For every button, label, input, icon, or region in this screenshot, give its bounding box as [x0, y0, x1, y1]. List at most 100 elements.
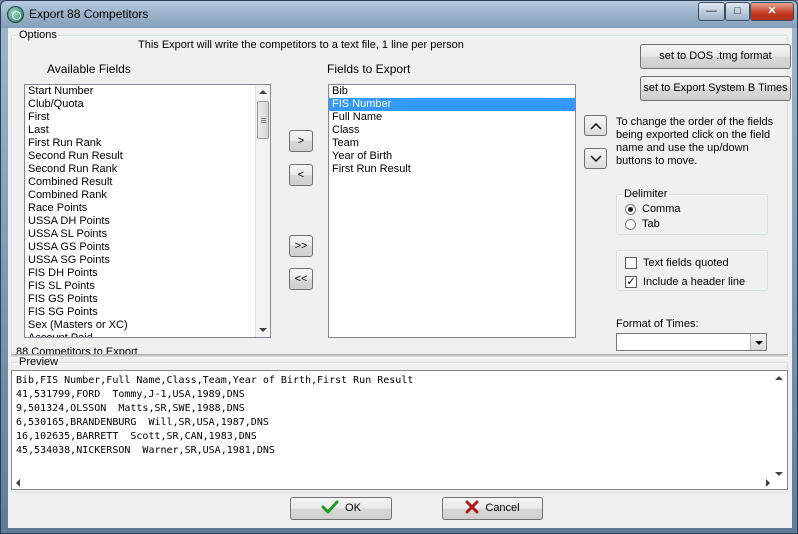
- grip-line: [261, 120, 266, 121]
- available-field-item[interactable]: FIS DH Points: [25, 267, 270, 280]
- export-description: This Export will write the competitors t…: [138, 39, 464, 51]
- minimize-icon: —: [706, 5, 717, 17]
- dropdown-arrow-icon[interactable]: [750, 334, 766, 350]
- options-group-label: Options: [18, 29, 58, 41]
- preview-line: 16,102635,BARRETT Scott,SR,CAN,1983,DNS: [16, 431, 257, 442]
- include-header-checkbox[interactable]: ✓: [625, 276, 637, 288]
- scroll-up-arrow-icon[interactable]: [259, 90, 267, 94]
- available-field-item[interactable]: Combined Result: [25, 176, 270, 189]
- move-right-icon: >: [297, 135, 305, 147]
- export-field-item[interactable]: FIS Number: [329, 98, 575, 111]
- fields-to-export-list[interactable]: Bib FIS Number Full Name Class Team Year of B…: [328, 84, 576, 338]
- move-all-left-icon: <<: [294, 273, 308, 285]
- preview-horizontal-scrollbar[interactable]: [12, 477, 774, 489]
- move-left-button[interactable]: <: [289, 164, 313, 186]
- app-icon: [7, 6, 24, 23]
- move-down-button[interactable]: [584, 148, 607, 169]
- set-dos-format-label: set to DOS .tmg format: [659, 50, 772, 62]
- export-field-item[interactable]: Class: [329, 124, 575, 137]
- cancel-button[interactable]: Cancel: [442, 497, 543, 520]
- export-dialog-window: Export 88 Competitors — □ ✕ Options This…: [0, 0, 798, 534]
- ok-label: OK: [345, 502, 361, 514]
- available-field-item[interactable]: First Run Rank: [25, 137, 270, 150]
- scroll-down-arrow-icon[interactable]: [259, 328, 267, 332]
- available-field-item[interactable]: FIS SG Points: [25, 306, 270, 319]
- available-field-item[interactable]: Race Points: [25, 202, 270, 215]
- export-field-item[interactable]: Year of Birth: [329, 150, 575, 163]
- available-field-item[interactable]: Second Run Rank: [25, 163, 270, 176]
- set-system-b-times-button[interactable]: set to Export System B Times: [640, 76, 791, 101]
- preview-lines: Bib,FIS Number,Full Name,Class,Team,Year…: [12, 371, 787, 458]
- preview-line: Bib,FIS Number,Full Name,Class,Team,Year…: [16, 375, 414, 386]
- close-button[interactable]: ✕: [750, 2, 794, 21]
- checkmark-icon: [321, 500, 339, 514]
- export-field-item[interactable]: First Run Result: [329, 163, 575, 176]
- scroll-down-arrow-icon[interactable]: [775, 472, 783, 476]
- available-field-item[interactable]: USSA GS Points: [25, 241, 270, 254]
- fields-to-export-heading: Fields to Export: [327, 62, 411, 76]
- preview-line: 41,531799,FORD Tommy,J-1,USA,1989,DNS: [16, 389, 245, 400]
- preview-line: 6,530165,BRANDENBURG Will,SR,USA,1987,DN…: [16, 417, 269, 428]
- scroll-thumb[interactable]: [257, 101, 269, 139]
- available-field-item[interactable]: Club/Quota: [25, 98, 270, 111]
- format-of-times-select[interactable]: [616, 333, 767, 351]
- available-fields-scrollbar[interactable]: [255, 85, 270, 337]
- available-field-item[interactable]: USSA SG Points: [25, 254, 270, 267]
- tab-radio[interactable]: [625, 219, 636, 230]
- chevron-up-icon: [590, 123, 601, 130]
- delimiter-label: Delimiter: [623, 188, 669, 200]
- available-field-item[interactable]: FIS GS Points: [25, 293, 270, 306]
- move-up-button[interactable]: [584, 115, 607, 136]
- include-header-label: Include a header line: [643, 276, 746, 288]
- available-field-item[interactable]: USSA DH Points: [25, 215, 270, 228]
- available-field-item[interactable]: Account Paid: [25, 332, 270, 337]
- scroll-up-arrow-icon[interactable]: [775, 376, 783, 380]
- export-field-item[interactable]: Team: [329, 137, 575, 150]
- dialog-client-area: Options This Export will write the compe…: [8, 28, 792, 528]
- tab-radio-label: Tab: [642, 218, 660, 230]
- move-all-right-button[interactable]: >>: [289, 235, 313, 257]
- available-fields-list[interactable]: Start Number Club/Quota First Last First Run…: [24, 84, 271, 338]
- maximize-icon: □: [734, 5, 741, 17]
- comma-radio[interactable]: [625, 204, 636, 215]
- move-right-button[interactable]: >: [289, 130, 313, 152]
- available-field-item[interactable]: FIS SL Points: [25, 280, 270, 293]
- scroll-left-arrow-icon[interactable]: [16, 479, 20, 487]
- ok-button[interactable]: OK: [290, 497, 392, 520]
- pane-splitter[interactable]: [11, 354, 788, 358]
- cancel-label: Cancel: [485, 502, 520, 514]
- available-fields-heading: Available Fields: [47, 62, 131, 76]
- order-help-text: To change the order of the fields being …: [616, 116, 774, 167]
- text-fields-quoted-checkbox[interactable]: [625, 257, 637, 269]
- preview-group-label: Preview: [18, 356, 60, 368]
- available-field-item[interactable]: Second Run Result: [25, 150, 270, 163]
- export-field-item[interactable]: Bib: [329, 85, 575, 98]
- minimize-button[interactable]: —: [698, 2, 725, 21]
- preview-textbox[interactable]: Bib,FIS Number,Full Name,Class,Team,Year…: [11, 370, 788, 490]
- preview-vertical-scrollbar[interactable]: [772, 371, 787, 479]
- close-icon: ✕: [767, 5, 777, 17]
- title-bar[interactable]: Export 88 Competitors — □ ✕: [1, 1, 797, 28]
- available-field-item[interactable]: First: [25, 111, 270, 124]
- text-fields-quoted-label: Text fields quoted: [643, 257, 729, 269]
- preview-line: 9,501324,OLSSON Matts,SR,SWE,1988,DNS: [16, 403, 245, 414]
- available-field-item[interactable]: Sex (Masters or XC): [25, 319, 270, 332]
- chevron-down-icon: [590, 155, 601, 162]
- export-field-item[interactable]: Full Name: [329, 111, 575, 124]
- available-field-item[interactable]: Last: [25, 124, 270, 137]
- available-field-item[interactable]: Start Number: [25, 85, 270, 98]
- available-field-item[interactable]: Combined Rank: [25, 189, 270, 202]
- delimiter-group: Delimiter: [616, 188, 768, 235]
- available-field-item[interactable]: USSA SL Points: [25, 228, 270, 241]
- maximize-button[interactable]: □: [725, 2, 750, 21]
- available-fields-items: Start Number Club/Quota First Last First Run…: [25, 85, 270, 337]
- preview-line: 45,534038,NICKERSON Warner,SR,USA,1981,D…: [16, 445, 275, 456]
- comma-radio-label: Comma: [642, 203, 681, 215]
- set-system-b-times-label: set to Export System B Times: [643, 82, 788, 94]
- set-dos-format-button[interactable]: set to DOS .tmg format: [640, 44, 791, 69]
- format-of-times-label: Format of Times:: [616, 318, 699, 330]
- move-left-icon: <: [297, 169, 305, 181]
- fields-to-export-items: Bib FIS Number Full Name Class Team Year of B…: [329, 85, 575, 176]
- scroll-right-arrow-icon[interactable]: [766, 479, 770, 487]
- move-all-left-button[interactable]: <<: [289, 268, 313, 290]
